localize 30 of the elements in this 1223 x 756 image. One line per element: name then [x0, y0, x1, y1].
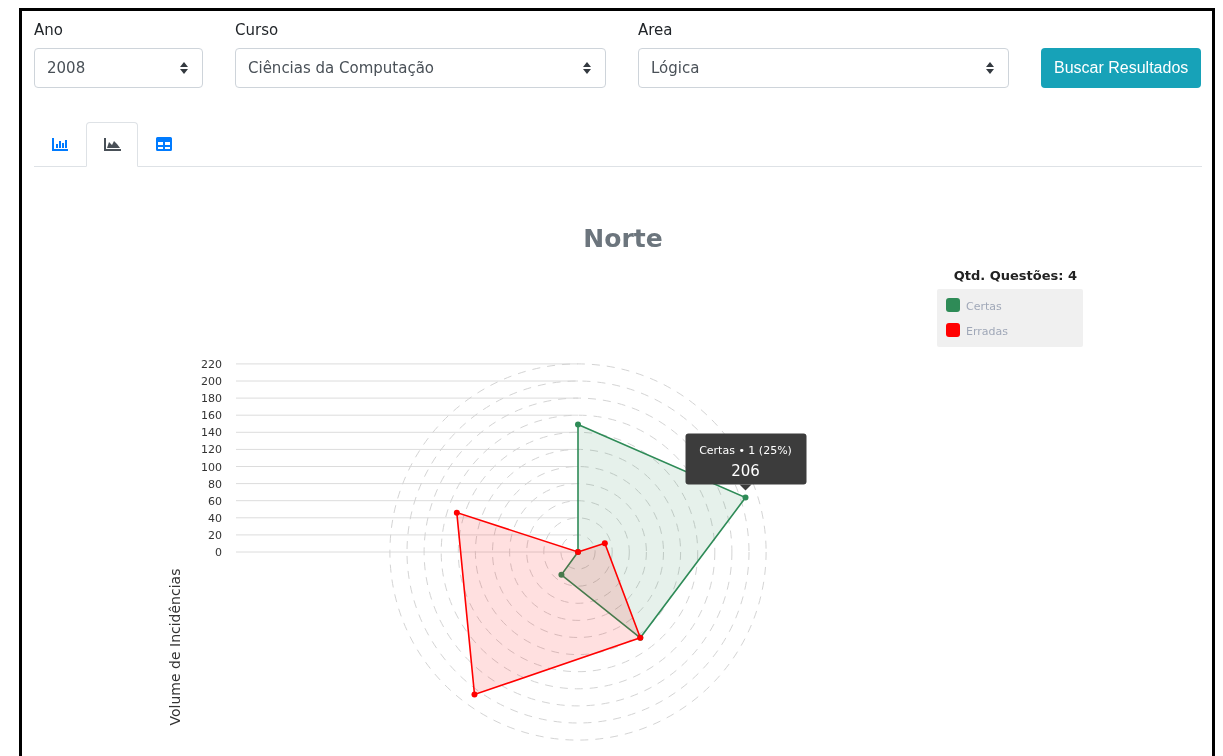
select-field[interactable]: Lógica — [638, 48, 1009, 88]
axis-tick-label: 40 — [208, 511, 222, 525]
tooltip-header: Certas • 1 (25%) — [699, 443, 792, 457]
axis-tick-label: 100 — [201, 460, 222, 474]
area-chart-icon — [103, 138, 121, 151]
field-label: Ano — [34, 21, 64, 39]
legend-title: Qtd. Questões: 4 — [953, 268, 1077, 283]
sort-arrows-icon — [180, 62, 188, 74]
field-label: Curso — [235, 21, 280, 39]
axis-title: Volume de Incidências — [167, 568, 183, 726]
axis-tick-label: 180 — [201, 392, 222, 406]
axis-tick-label: 20 — [208, 528, 222, 542]
axis-tick-label: 80 — [208, 477, 222, 491]
field-label: Area — [638, 21, 674, 39]
axis-tick-label: 0 — [215, 546, 222, 559]
axis-tick-label: 140 — [201, 426, 222, 440]
axis-tick-label: 60 — [208, 494, 222, 508]
axis-tick-label: 220 — [201, 357, 222, 371]
sort-arrows-icon — [986, 62, 994, 74]
select-field[interactable]: 2008 — [34, 48, 203, 88]
axis-tick-label: 200 — [201, 375, 222, 388]
chart-title: Norte — [583, 224, 663, 253]
table-icon — [156, 137, 172, 151]
axis-tick-label: 120 — [201, 443, 222, 457]
axis-tick-label: 160 — [201, 409, 222, 423]
tab[interactable] — [86, 122, 138, 167]
bar-chart-icon — [52, 137, 68, 151]
sort-arrows-icon — [583, 62, 591, 74]
tooltip-value: 206 — [731, 461, 760, 480]
select-field[interactable]: Ciências da Computação — [235, 48, 606, 88]
